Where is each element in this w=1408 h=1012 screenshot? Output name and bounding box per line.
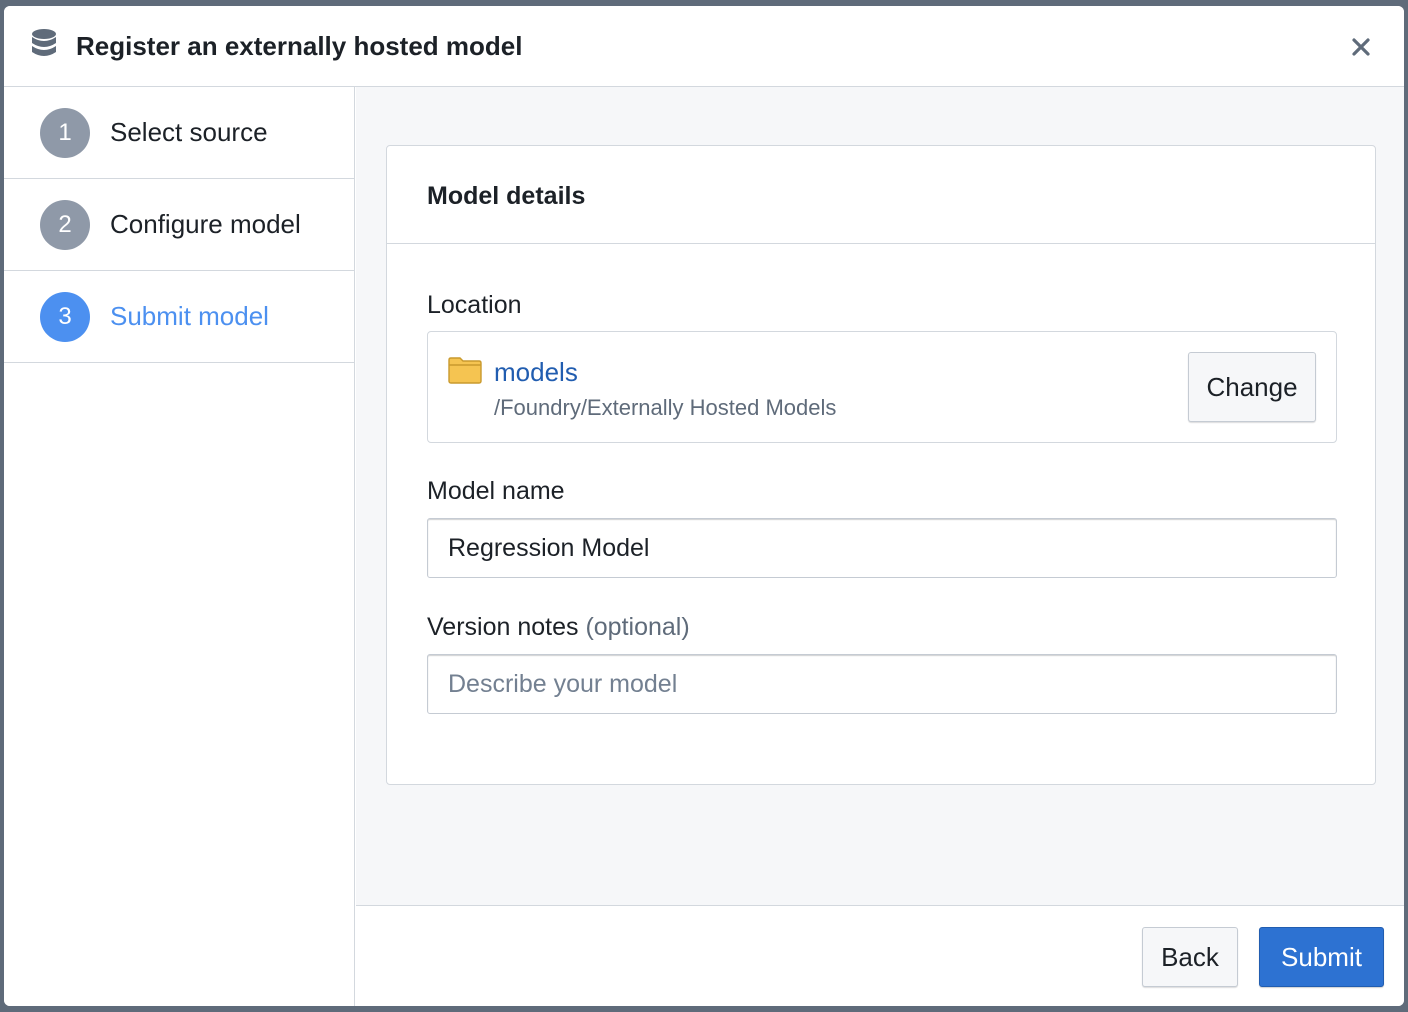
dialog-footer: Back Submit — [356, 905, 1404, 1006]
step-label: Select source — [110, 117, 268, 147]
model-name-label: Model name — [427, 477, 565, 505]
main-panel: Model details Location models /Foundry/E… — [356, 87, 1404, 905]
folder-path: /Foundry/Externally Hosted Models — [494, 395, 837, 420]
step-number: 3 — [40, 292, 90, 342]
folder-name-link[interactable]: models — [494, 357, 578, 388]
card-title: Model details — [427, 182, 586, 210]
step-label: Configure model — [110, 209, 301, 239]
model-name-input[interactable] — [427, 518, 1337, 578]
dialog-title: Register an externally hosted model — [76, 31, 523, 61]
card-header: Model details — [387, 146, 1375, 244]
steps-sidebar: 1 Select source 2 Configure model 3 Subm… — [4, 87, 355, 1006]
step-select-source[interactable]: 1 Select source — [4, 87, 354, 179]
change-location-button[interactable]: Change — [1188, 352, 1316, 422]
step-configure-model[interactable]: 2 Configure model — [4, 179, 354, 271]
version-notes-label: Version notes (optional) — [427, 613, 690, 642]
dialog-header: Register an externally hosted model — [4, 6, 1404, 87]
location-box: models /Foundry/Externally Hosted Models… — [427, 331, 1337, 443]
model-details-card: Model details Location models /Foundry/E… — [386, 145, 1376, 785]
database-icon — [32, 29, 56, 56]
step-label: Submit model — [110, 301, 269, 331]
submit-button[interactable]: Submit — [1259, 927, 1384, 987]
step-number: 2 — [40, 200, 90, 250]
folder-icon — [448, 357, 482, 384]
optional-label: (optional) — [585, 613, 690, 641]
register-model-dialog: Register an externally hosted model 1 Se… — [4, 6, 1404, 1006]
version-notes-label-text: Version notes — [427, 613, 579, 641]
step-number: 1 — [40, 108, 90, 158]
step-submit-model[interactable]: 3 Submit model — [4, 271, 354, 363]
back-button[interactable]: Back — [1142, 927, 1238, 987]
close-icon[interactable] — [1346, 32, 1376, 62]
location-label: Location — [427, 291, 522, 319]
version-notes-input[interactable] — [427, 654, 1337, 714]
